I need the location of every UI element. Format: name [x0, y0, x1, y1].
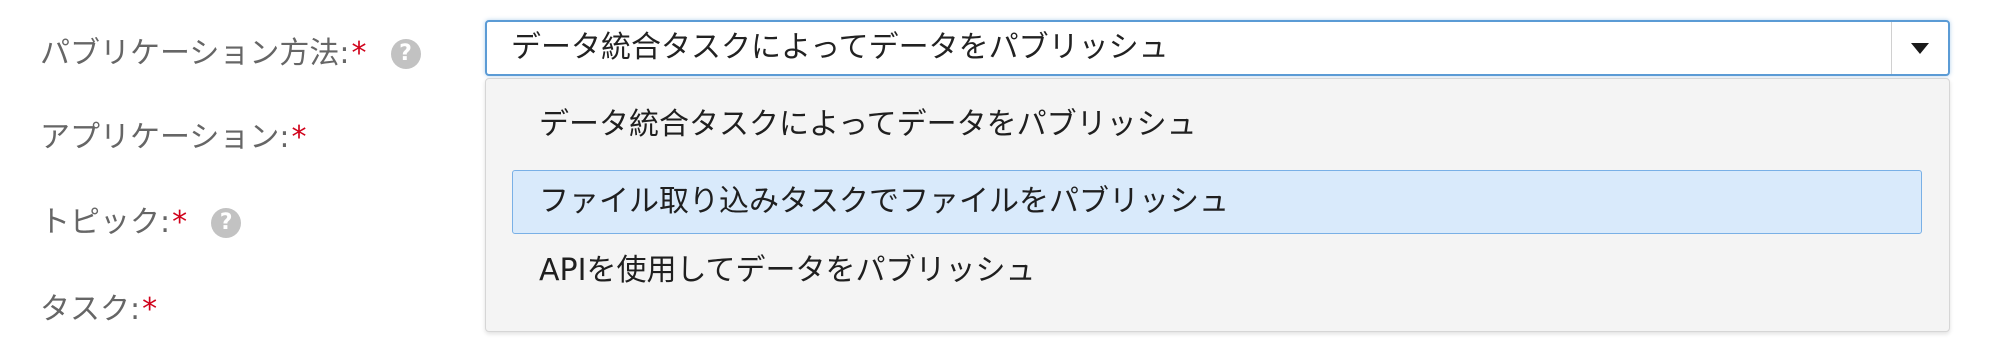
publish-method-select-value: データ統合タスクによってデータをパブリッシュ: [511, 30, 1169, 65]
help-icon[interactable]: ?: [211, 208, 242, 238]
dropdown-option-file-ingestion[interactable]: ファイル取り込みタスクでファイルをパブリッシュ: [512, 170, 1922, 234]
required-marker: *: [172, 205, 188, 240]
caret-down-icon: [1911, 42, 1929, 54]
dropdown-toggle-button[interactable]: [1891, 22, 1948, 74]
dropdown-option-api[interactable]: APIを使用してデータをパブリッシュ: [512, 239, 1922, 303]
publish-method-dropdown-list: データ統合タスクによってデータをパブリッシュ ファイル取り込みタスクでファイルを…: [485, 78, 1950, 332]
application-label-text: アプリケーション:: [40, 120, 290, 155]
required-marker: *: [351, 36, 367, 71]
required-marker: *: [142, 292, 158, 327]
application-label: アプリケーション: *: [40, 118, 307, 158]
task-label: タスク: *: [40, 290, 157, 330]
topic-label-text: トピック:: [40, 205, 171, 240]
task-label-text: タスク:: [40, 292, 141, 327]
topic-label: トピック: * ?: [40, 203, 242, 243]
publish-method-select[interactable]: データ統合タスクによってデータをパブリッシュ: [485, 20, 1950, 76]
dropdown-option-data-integration[interactable]: データ統合タスクによってデータをパブリッシュ: [512, 93, 1922, 157]
publish-method-label-text: パブリケーション方法:: [40, 36, 350, 71]
help-icon[interactable]: ?: [390, 39, 421, 69]
required-marker: *: [291, 120, 307, 155]
publish-method-label: パブリケーション方法: * ?: [40, 34, 421, 74]
